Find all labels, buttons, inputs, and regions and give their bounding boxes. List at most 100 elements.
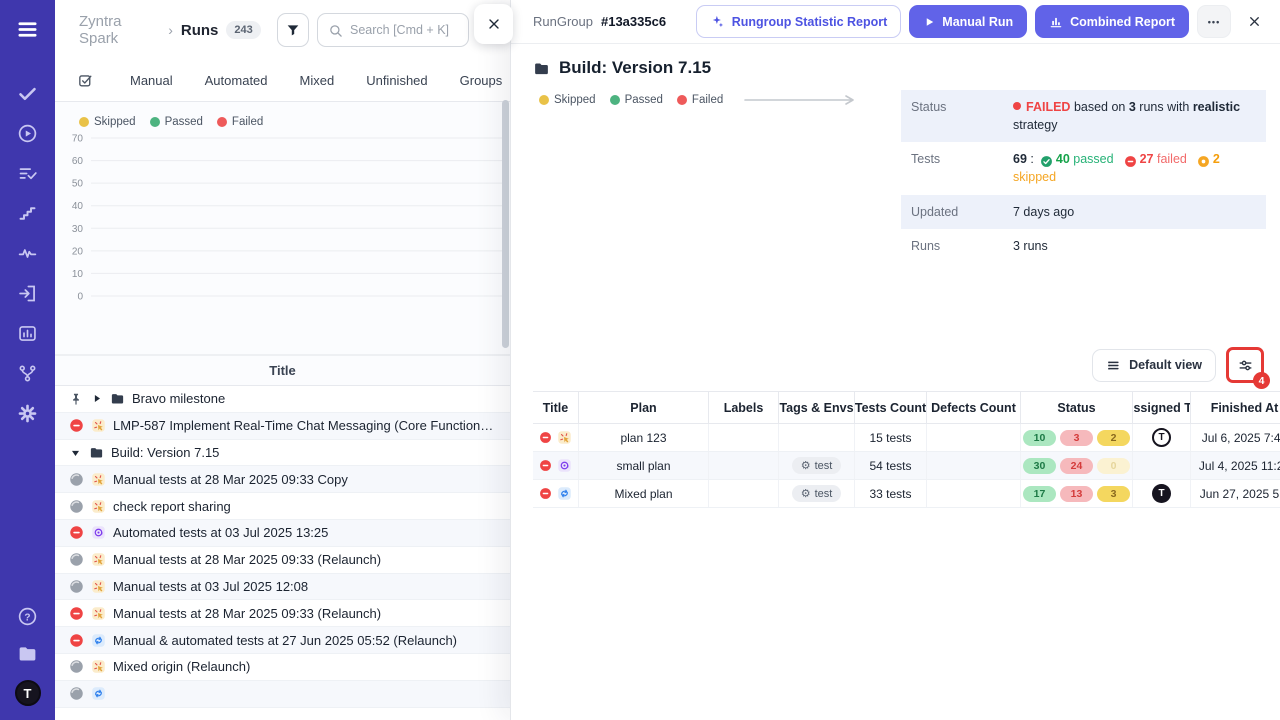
spark-icon	[91, 606, 106, 621]
search-box[interactable]	[317, 13, 469, 47]
failed-dot-icon	[1013, 102, 1021, 110]
manual-run-button[interactable]: Manual Run	[909, 5, 1027, 38]
sidebar-item-import[interactable]	[17, 283, 38, 304]
finished-status-icon	[69, 686, 84, 701]
defects-cell	[927, 480, 1021, 507]
sidebar-item-runs[interactable]	[17, 123, 38, 144]
svg-text:0: 0	[77, 292, 83, 303]
filter-button[interactable]	[277, 13, 309, 47]
sidebar-item-plans[interactable]	[17, 163, 38, 184]
page-title: Runs	[181, 22, 219, 39]
run-row[interactable]	[55, 681, 510, 708]
tags-cell: ⚙test	[779, 480, 855, 507]
tab-mixed[interactable]: Mixed	[284, 73, 351, 88]
rungroup-run-row[interactable]: plan 12315 tests1032TJul 6, 2025 7:40	[533, 424, 1280, 452]
run-row[interactable]: Mixed origin (Relaunch)	[55, 654, 510, 681]
plan-cell: Mixed plan	[579, 480, 709, 507]
play-icon	[923, 16, 935, 28]
annotation-badge: 4	[1253, 372, 1270, 389]
sidebar-item-tests[interactable]	[17, 83, 38, 104]
default-view-button[interactable]: Default view	[1092, 349, 1216, 382]
chart-legend: Skipped Passed Failed	[55, 112, 510, 130]
run-title: check report sharing	[113, 499, 231, 514]
help-icon[interactable]	[17, 606, 38, 627]
combined-report-button[interactable]: Combined Report	[1035, 5, 1189, 38]
close-icon[interactable]	[1243, 10, 1266, 34]
tab-automated[interactable]: Automated	[189, 73, 284, 88]
run-row[interactable]: Manual tests at 28 Mar 2025 09:33 (Relau…	[55, 600, 510, 627]
status-cell: 1032	[1021, 424, 1133, 451]
folder-icon	[89, 445, 104, 460]
runs-panel: Zyntra Spark › Runs 243 Manual Automated…	[55, 0, 510, 720]
bar-chart-icon	[1049, 15, 1063, 29]
legend-skipped: Skipped	[539, 94, 596, 106]
sidebar-item-settings[interactable]	[17, 403, 38, 424]
sidebar-item-pulse[interactable]	[17, 243, 38, 264]
rungroup-info: Status FAILED based on 3 runs with reali…	[901, 90, 1266, 263]
run-row[interactable]: LMP-587 Implement Real-Time Chat Messagi…	[55, 413, 510, 440]
hamburger-icon[interactable]	[16, 18, 39, 41]
runs-header: Zyntra Spark › Runs 243	[55, 0, 510, 60]
run-row[interactable]: Manual tests at 28 Mar 2025 09:33 (Relau…	[55, 547, 510, 574]
finished-cell: Jul 4, 2025 11:27	[1191, 452, 1280, 479]
sidebar-item-branches[interactable]	[17, 363, 38, 384]
run-title: LMP-587 Implement Real-Time Chat Messagi…	[113, 418, 500, 433]
run-row[interactable]: Manual tests at 28 Mar 2025 09:33 Copy	[55, 466, 510, 493]
rungroup-run-row[interactable]: small plan⚙test54 tests30240Jul 4, 2025 …	[533, 452, 1280, 480]
breadcrumb-project[interactable]: Zyntra Spark	[79, 13, 160, 47]
runs-row: Runs 3 runs	[901, 229, 1266, 263]
spark-icon	[557, 430, 572, 445]
run-row[interactable]: Build: Version 7.15	[55, 440, 510, 467]
status-cell: 17133	[1021, 480, 1133, 507]
select-all-icon[interactable]	[77, 72, 94, 89]
drawer-close-button[interactable]	[474, 4, 513, 44]
more-button[interactable]: •••	[1197, 5, 1231, 38]
tests-row: Tests 69 :40 passed27 failed2 skipped	[901, 142, 1266, 194]
sidebar-item-milestones[interactable]	[17, 203, 38, 224]
spark-icon	[91, 418, 106, 433]
tab-manual[interactable]: Manual	[114, 73, 189, 88]
run-title: Manual tests at 28 Mar 2025 09:33 (Relau…	[113, 606, 381, 621]
run-row[interactable]: Automated tests at 03 Jul 2025 13:25	[55, 520, 510, 547]
sparkles-icon	[710, 14, 725, 29]
scrollbar[interactable]	[502, 96, 509, 720]
skipped-dot-icon	[539, 95, 549, 105]
rungroup-runs-table: Title Plan Labels Tags & Envs Tests Coun…	[533, 391, 1280, 508]
plan-cell: plan 123	[579, 424, 709, 451]
spark-icon	[91, 552, 106, 567]
drawer-header: RunGroup #13a335c6 Rungroup Statistic Re…	[511, 0, 1280, 44]
status-row: Status FAILED based on 3 runs with reali…	[901, 90, 1266, 142]
failed-status-icon	[69, 418, 84, 433]
tab-unfinished[interactable]: Unfinished	[350, 73, 443, 88]
finished-status-icon	[69, 499, 84, 514]
tab-groups[interactable]: Groups	[444, 73, 510, 88]
passed-dot-icon	[150, 117, 160, 127]
tag-pill: ⚙test	[792, 457, 842, 474]
run-row[interactable]: check report sharing	[55, 493, 510, 520]
spark-icon	[91, 499, 106, 514]
area-chart: 010203040506070	[55, 130, 507, 354]
timeline-arrow-icon	[743, 92, 901, 108]
finished-cell: Jul 6, 2025 7:40	[1191, 424, 1280, 451]
run-title: Manual tests at 28 Mar 2025 09:33 Copy	[113, 472, 348, 487]
sidebar-item-analytics[interactable]	[17, 323, 38, 344]
finished-status-icon	[69, 659, 84, 674]
rungroup-run-row[interactable]: Mixed plan⚙test33 tests17133TJun 27, 202…	[533, 480, 1280, 508]
assigned-cell: T	[1133, 480, 1191, 507]
spark-icon	[91, 472, 106, 487]
breadcrumb-separator: ›	[168, 22, 173, 38]
run-row[interactable]: Manual & automated tests at 27 Jun 2025 …	[55, 627, 510, 654]
run-title: Mixed origin (Relaunch)	[113, 659, 250, 674]
rungroup-statistic-report-button[interactable]: Rungroup Statistic Report	[696, 5, 902, 38]
projects-folder-icon[interactable]	[17, 643, 38, 664]
sync-icon	[557, 486, 572, 501]
user-avatar[interactable]: T	[15, 680, 41, 706]
run-row[interactable]: Bravo milestone	[55, 386, 510, 413]
search-input[interactable]	[350, 23, 460, 37]
run-title: Build: Version 7.15	[111, 445, 219, 460]
minus-circle-icon	[1124, 155, 1137, 168]
failed-status-icon	[539, 431, 552, 444]
run-row[interactable]: Manual tests at 03 Jul 2025 12:08	[55, 574, 510, 601]
legend-failed: Failed	[217, 116, 263, 128]
tests-count-cell: 15 tests	[855, 424, 927, 451]
